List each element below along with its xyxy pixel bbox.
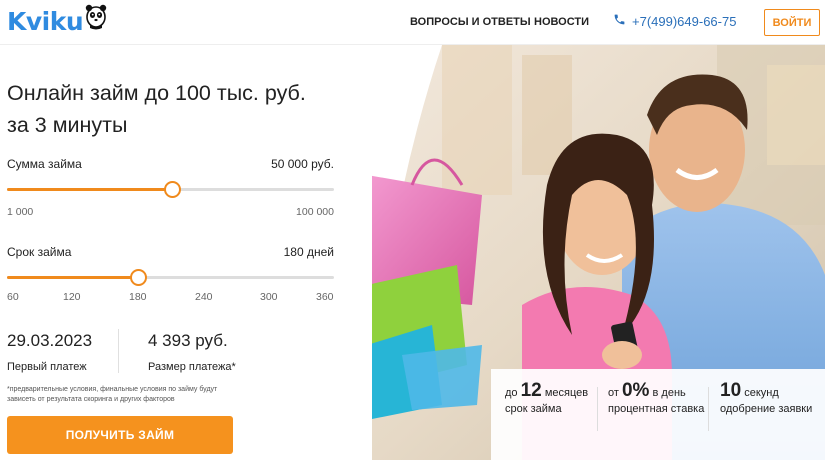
benefit-prefix: от — [608, 387, 619, 399]
benefit-suffix: секунд — [744, 387, 779, 399]
title-line-1: Онлайн займ до 100 тыс. руб. — [7, 81, 306, 105]
amount-value: 50 000 руб. — [271, 157, 334, 171]
amount-slider[interactable] — [7, 181, 334, 198]
benefit-suffix: месяцев — [544, 387, 589, 399]
loan-calculator: Онлайн займ до 100 тыс. руб. за 3 минуты… — [0, 45, 372, 460]
benefit-suffix: в день — [652, 387, 686, 399]
phone-number: +7(499)649-66-75 — [632, 13, 737, 29]
first-payment-caption: Первый платеж — [7, 361, 87, 373]
term-tick: 180 — [129, 291, 147, 303]
login-button[interactable]: ВОЙТИ — [764, 9, 820, 36]
payment-size-value: 4 393 руб. — [148, 331, 228, 350]
benefits-panel: до 12 месяцев срок займа от 0% в день пр… — [491, 369, 825, 460]
benefit-term: до 12 месяцев срок займа — [505, 380, 589, 417]
logo[interactable]: Kviku — [7, 4, 108, 38]
term-slider[interactable] — [7, 269, 334, 286]
term-tick: 360 — [316, 291, 334, 303]
phone-link[interactable]: +7(499)649-66-75 — [613, 13, 736, 29]
nav-news-link[interactable]: НОВОСТИ — [534, 16, 589, 28]
logo-text: Kviku — [7, 6, 84, 36]
benefit-divider — [708, 387, 709, 431]
benefit-number: 0% — [621, 380, 650, 401]
benefit-divider — [597, 387, 598, 431]
site-header: Kviku ВОПРОСЫ И ОТВЕТЫ НОВОСТИ +7(499)64… — [0, 0, 825, 45]
benefit-caption: одобрение заявки — [720, 403, 813, 415]
page-title: Онлайн займ до 100 тыс. руб. за 3 минуты — [7, 77, 306, 141]
term-slider-fill — [7, 276, 138, 279]
amount-max: 100 000 — [296, 206, 334, 218]
benefit-approval: 10 секунд одобрение заявки — [720, 380, 813, 417]
term-tick: 300 — [260, 291, 278, 303]
title-line-2: за 3 минуты — [7, 113, 128, 137]
first-payment-date: 29.03.2023 — [7, 331, 93, 350]
benefit-caption: срок займа — [505, 403, 562, 415]
benefit-prefix: до — [505, 387, 518, 399]
benefit-number: 12 — [520, 380, 542, 401]
term-label: Срок займа — [7, 245, 72, 259]
term-slider-handle[interactable] — [129, 269, 147, 286]
term-tick: 60 — [7, 291, 19, 303]
nav-faq-link[interactable]: ВОПРОСЫ И ОТВЕТЫ — [410, 16, 531, 28]
results-divider — [118, 329, 119, 373]
benefit-number: 10 — [720, 380, 742, 401]
term-tick: 120 — [63, 291, 81, 303]
get-loan-button[interactable]: ПОЛУЧИТЬ ЗАЙМ — [7, 416, 233, 454]
panda-icon — [84, 2, 108, 35]
phone-icon — [613, 13, 626, 29]
payment-size-caption: Размер платежа* — [148, 361, 236, 373]
amount-min: 1 000 — [7, 206, 34, 218]
benefit-rate: от 0% в день процентная ставка — [608, 380, 705, 417]
disclaimer: *предварительные условия, финальные усло… — [7, 386, 218, 403]
term-value: 180 дней — [283, 245, 334, 259]
term-tick: 240 — [195, 291, 213, 303]
amount-label: Сумма займа — [7, 157, 82, 171]
amount-slider-fill — [7, 188, 173, 191]
benefit-caption: процентная ставка — [608, 403, 705, 415]
amount-slider-handle[interactable] — [164, 181, 182, 198]
